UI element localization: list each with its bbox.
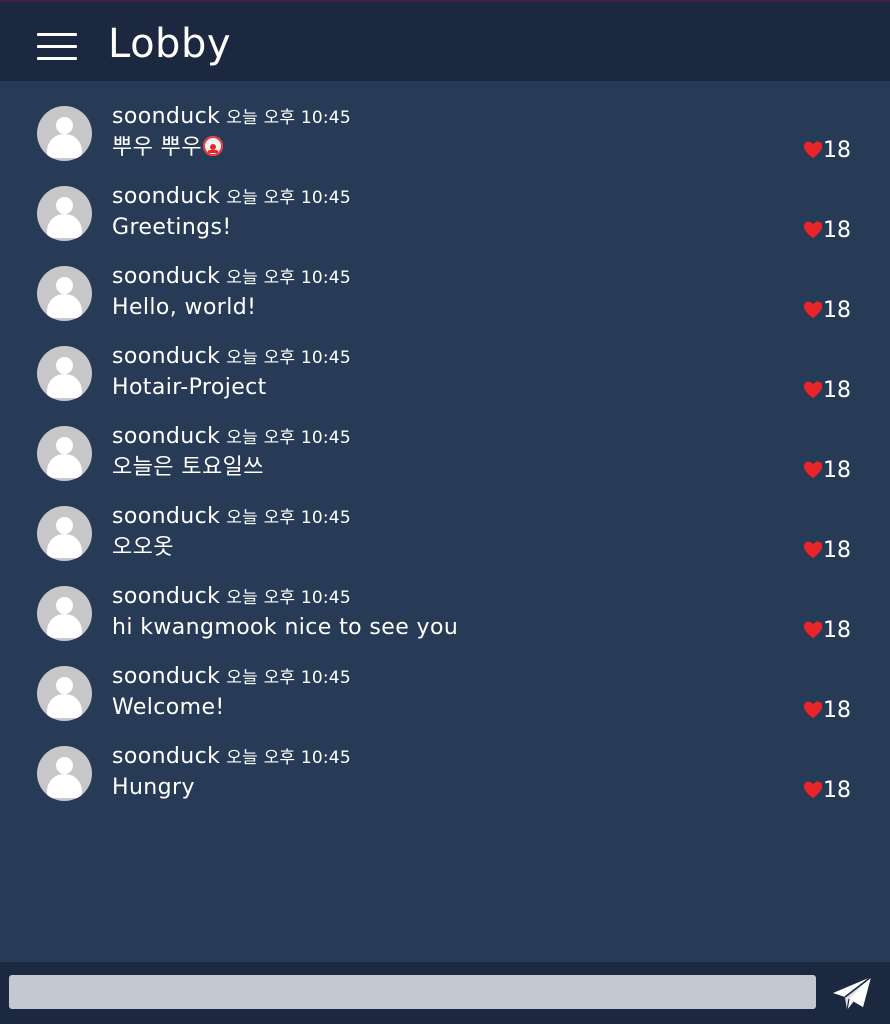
message-text-content: 뿌우 뿌우 <box>112 135 202 160</box>
message-timestamp: 오늘 오후 10:45 <box>226 268 351 288</box>
like-count: 18 <box>823 458 851 483</box>
message-item: soonduck 오늘 오후 10:45 Greetings! 18 <box>0 161 890 243</box>
like-count: 18 <box>823 378 851 403</box>
heart-icon <box>803 221 823 239</box>
message-meta: soonduck 오늘 오후 10:45 <box>112 743 351 772</box>
user-avatar-icon[interactable] <box>37 666 92 721</box>
message-username[interactable]: soonduck <box>112 264 220 289</box>
message-timestamp: 오늘 오후 10:45 <box>226 588 351 608</box>
message-item: soonduck 오늘 오후 10:45 Hungry 18 <box>0 721 890 803</box>
message-timestamp: 오늘 오후 10:45 <box>226 428 351 448</box>
message-username[interactable]: soonduck <box>112 344 220 369</box>
message-text: Hotair-Project <box>112 375 267 400</box>
message-text: Hungry <box>112 775 195 800</box>
message-username[interactable]: soonduck <box>112 664 220 689</box>
user-avatar-icon[interactable] <box>37 346 92 401</box>
message-meta: soonduck 오늘 오후 10:45 <box>112 583 351 612</box>
message-username[interactable]: soonduck <box>112 504 220 529</box>
clown-face-emoji-icon <box>202 136 223 156</box>
message-text: 뿌우 뿌우 <box>112 134 223 162</box>
user-avatar-icon[interactable] <box>37 506 92 561</box>
message-composer <box>0 962 890 1024</box>
like-count: 18 <box>823 538 851 563</box>
message-item: soonduck 오늘 오후 10:45 오늘은 토요일쓰 18 <box>0 401 890 483</box>
header-bar: Lobby <box>0 0 890 81</box>
message-timestamp: 오늘 오후 10:45 <box>226 188 351 208</box>
message-item: soonduck 오늘 오후 10:45 Hello, world! 18 <box>0 241 890 323</box>
paper-plane-send-icon <box>833 976 872 1011</box>
message-text: Greetings! <box>112 215 232 240</box>
user-avatar-icon[interactable] <box>37 586 92 641</box>
message-username[interactable]: soonduck <box>112 424 220 449</box>
hamburger-menu-icon[interactable] <box>37 31 77 61</box>
page-title: Lobby <box>108 21 232 67</box>
message-text: Welcome! <box>112 695 225 720</box>
like-count: 18 <box>823 218 851 243</box>
user-avatar-icon[interactable] <box>37 746 92 801</box>
heart-icon <box>803 381 823 399</box>
message-timestamp: 오늘 오후 10:45 <box>226 748 351 768</box>
message-meta: soonduck 오늘 오후 10:45 <box>112 423 351 452</box>
like-count: 18 <box>823 698 851 723</box>
heart-icon <box>803 301 823 319</box>
message-input[interactable] <box>9 975 816 1009</box>
message-item: soonduck 오늘 오후 10:45 hi kwangmook nice to… <box>0 561 890 643</box>
user-avatar-icon[interactable] <box>37 106 92 161</box>
like-count: 18 <box>823 138 851 163</box>
message-text: 오늘은 토요일쓰 <box>112 455 264 480</box>
message-item: soonduck 오늘 오후 10:45 Hotair-Project 18 <box>0 321 890 403</box>
message-username[interactable]: soonduck <box>112 584 220 609</box>
like-count: 18 <box>823 298 851 323</box>
message-username[interactable]: soonduck <box>112 744 220 769</box>
message-item: soonduck 오늘 오후 10:45 Welcome! 18 <box>0 641 890 723</box>
heart-icon <box>803 461 823 479</box>
message-meta: soonduck 오늘 오후 10:45 <box>112 503 351 532</box>
chat-app: Lobby soonduck 오늘 오후 10:45 뿌우 뿌우 18 soond… <box>0 0 890 1024</box>
heart-icon <box>803 541 823 559</box>
message-list[interactable]: soonduck 오늘 오후 10:45 뿌우 뿌우 18 soonduck 오늘 … <box>0 81 890 961</box>
message-meta: soonduck 오늘 오후 10:45 <box>112 183 351 212</box>
message-item: soonduck 오늘 오후 10:45 뿌우 뿌우 18 <box>0 81 890 163</box>
heart-icon <box>803 781 823 799</box>
message-item: soonduck 오늘 오후 10:45 오오옷 18 <box>0 481 890 563</box>
message-timestamp: 오늘 오후 10:45 <box>226 668 351 688</box>
send-button[interactable] <box>830 974 874 1014</box>
message-timestamp: 오늘 오후 10:45 <box>226 348 351 368</box>
heart-icon <box>803 141 823 159</box>
message-meta: soonduck 오늘 오후 10:45 <box>112 103 351 132</box>
like-count: 18 <box>823 778 851 803</box>
message-username[interactable]: soonduck <box>112 184 220 209</box>
message-timestamp: 오늘 오후 10:45 <box>226 508 351 528</box>
like-count: 18 <box>823 618 851 643</box>
message-username[interactable]: soonduck <box>112 104 220 129</box>
user-avatar-icon[interactable] <box>37 266 92 321</box>
user-avatar-icon[interactable] <box>37 426 92 481</box>
heart-icon <box>803 701 823 719</box>
heart-icon <box>803 621 823 639</box>
message-meta: soonduck 오늘 오후 10:45 <box>112 343 351 372</box>
message-meta: soonduck 오늘 오후 10:45 <box>112 663 351 692</box>
like-button[interactable]: 18 <box>803 777 851 805</box>
message-text: hi kwangmook nice to see you <box>112 615 459 640</box>
user-avatar-icon[interactable] <box>37 186 92 241</box>
message-meta: soonduck 오늘 오후 10:45 <box>112 263 351 292</box>
message-text: 오오옷 <box>112 535 174 560</box>
message-timestamp: 오늘 오후 10:45 <box>226 108 351 128</box>
message-text: Hello, world! <box>112 295 257 320</box>
